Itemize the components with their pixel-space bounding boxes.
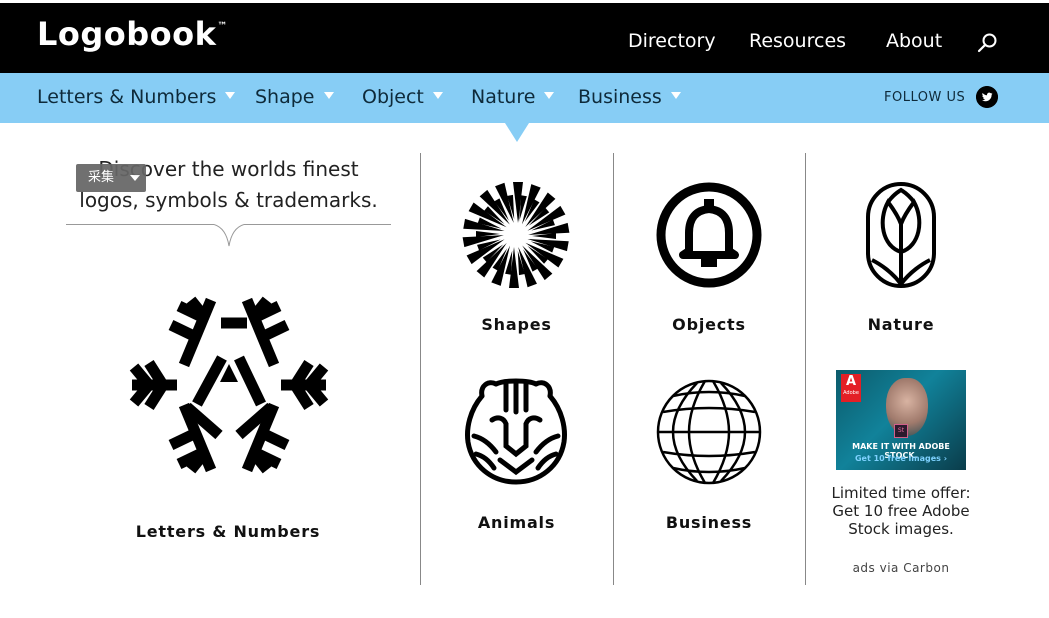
tulip-logo[interactable] xyxy=(864,180,938,290)
nav-directory[interactable]: Directory xyxy=(628,30,716,52)
tiger-logo[interactable] xyxy=(462,376,570,486)
chevron-down-icon xyxy=(323,92,334,99)
column-divider xyxy=(613,153,614,585)
snowflake-a-logo[interactable] xyxy=(127,296,331,474)
top-header: Logobook™ Directory Resources About xyxy=(0,0,1049,73)
tile-label-animals[interactable]: Animals xyxy=(440,513,593,532)
column-divider xyxy=(805,153,806,585)
column-divider xyxy=(420,153,421,585)
category-letters-numbers[interactable]: Letters & Numbers xyxy=(37,86,236,108)
follow-us-label: FOLLOW US xyxy=(884,90,966,105)
chevron-down-icon xyxy=(225,92,236,99)
bell-logo[interactable] xyxy=(655,181,763,289)
globe-logo[interactable] xyxy=(655,378,763,486)
divider-notch xyxy=(214,224,244,247)
category-shape[interactable]: Shape xyxy=(255,86,334,108)
twitter-icon[interactable] xyxy=(976,86,998,108)
chevron-down-icon xyxy=(670,92,681,99)
sunburst-logo[interactable] xyxy=(462,181,570,289)
ad-banner-line2: Get 10 free images › xyxy=(854,454,948,463)
adobe-logo: A Adobe xyxy=(841,374,861,402)
tile-label-nature[interactable]: Nature xyxy=(825,315,977,334)
tile-label-letters-numbers[interactable]: Letters & Numbers xyxy=(128,522,328,541)
collect-button[interactable]: 采集 xyxy=(76,164,146,192)
category-bar: Letters & Numbers Shape Object Nature Bu… xyxy=(0,73,1049,123)
chevron-down-icon xyxy=(432,92,443,99)
ad-text[interactable]: Limited time offer: Get 10 free Adobe St… xyxy=(820,484,982,538)
active-pointer xyxy=(505,123,529,142)
chevron-down-icon xyxy=(544,92,555,99)
stock-logo: St xyxy=(894,424,908,438)
site-logo[interactable]: Logobook™ xyxy=(37,15,228,53)
tile-label-business[interactable]: Business xyxy=(633,513,785,532)
nav-about[interactable]: About xyxy=(886,30,942,52)
ads-via-carbon[interactable]: ads via Carbon xyxy=(820,561,982,575)
tile-label-objects[interactable]: Objects xyxy=(633,315,785,334)
category-business[interactable]: Business xyxy=(578,86,681,108)
category-nature[interactable]: Nature xyxy=(471,86,555,108)
search-icon[interactable] xyxy=(976,31,1000,55)
category-object[interactable]: Object xyxy=(362,86,443,108)
ad-image[interactable]: A Adobe St MAKE IT WITH ADOBE STOCK. Get … xyxy=(836,370,966,470)
tile-label-shapes[interactable]: Shapes xyxy=(440,315,593,334)
chevron-down-icon xyxy=(130,175,140,181)
nav-resources[interactable]: Resources xyxy=(749,30,846,52)
